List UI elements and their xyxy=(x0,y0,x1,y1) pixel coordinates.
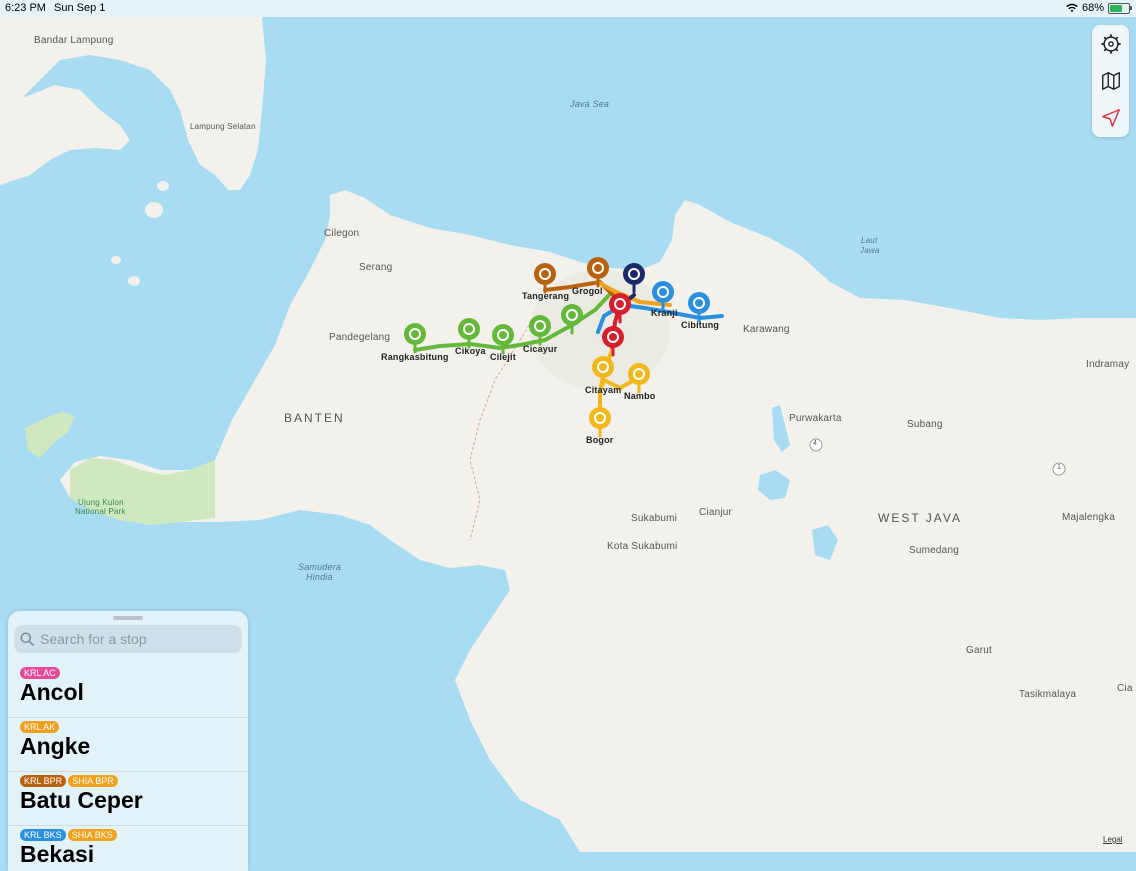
status-right: 68% xyxy=(1066,2,1132,14)
search-bar[interactable] xyxy=(14,625,242,653)
label-ciamis: Cia xyxy=(1117,683,1133,694)
stop-label-cibitung: Cibitung xyxy=(681,320,720,330)
stop-list-sheet: KRL ACAncolKRL AKAngkeKRL BPRSHIA BPRBat… xyxy=(8,611,248,871)
label-karawang: Karawang xyxy=(743,324,790,335)
label-samudera-2: Hindia xyxy=(306,572,333,582)
pin-head xyxy=(458,318,480,340)
label-pandegelang: Pandegelang xyxy=(329,332,391,343)
stop-list-item[interactable]: KRL AK Angke xyxy=(8,717,248,772)
stop-name: Angke xyxy=(20,733,91,759)
sheet-grabber[interactable] xyxy=(113,616,143,620)
label-road-1: 1 xyxy=(1057,464,1062,471)
pin-head xyxy=(492,324,514,346)
line-badge: SHIA BKS xyxy=(67,829,117,841)
label-kota-sukabumi: Kota Sukabumi xyxy=(607,541,678,552)
label-indramayu: Indramay xyxy=(1086,359,1130,370)
stop-label-cilejit: Cilejit xyxy=(490,352,516,362)
island xyxy=(157,181,169,191)
line-badges: KRL BKS SHIA BKS xyxy=(20,829,117,841)
pin-head xyxy=(592,356,614,378)
pin-head xyxy=(404,323,426,345)
label-bandar-lampung: Bandar Lampung xyxy=(34,35,114,46)
label-road-4: 4 xyxy=(813,440,818,447)
stop-label-nambo: Nambo xyxy=(624,391,656,401)
label-ujung-kulon-2: National Park xyxy=(75,507,126,516)
stop-list-item[interactable]: KRL BPR SHIA BPR Batu Ceper xyxy=(8,771,248,826)
line-badge: KRL BKS xyxy=(20,829,66,841)
status-time: 6:23 PM xyxy=(5,2,46,14)
label-banten: BANTEN xyxy=(284,411,345,425)
stop-label-rangkasbitung: Rangkasbitung xyxy=(381,352,449,362)
stop-name: Ancol xyxy=(20,679,84,705)
stop-list-item[interactable]: KRL AC Ancol xyxy=(8,663,248,718)
pin-head xyxy=(534,263,556,285)
label-lampung-selatan: Lampung Selatan xyxy=(190,122,256,131)
wifi-icon xyxy=(1066,3,1078,12)
label-samudera-1: Samudera xyxy=(298,562,342,572)
pin-head xyxy=(589,407,611,429)
stop-label-kranji: Kranji xyxy=(651,308,678,318)
status-bar: 6:23 PM Sun Sep 1 68% xyxy=(0,0,1136,17)
pin-head xyxy=(623,263,645,285)
location-arrow-icon xyxy=(1101,109,1120,127)
stop-label-bogor: Bogor xyxy=(586,435,614,445)
line-badge: KRL BPR xyxy=(20,775,67,787)
stop-name: Batu Ceper xyxy=(20,787,143,813)
island xyxy=(145,202,163,218)
pin-head xyxy=(628,363,650,385)
pin-head xyxy=(587,257,609,279)
line-badges: KRL AK xyxy=(20,721,60,733)
label-sukabumi: Sukabumi xyxy=(631,513,678,524)
pin-head xyxy=(609,293,631,315)
pin-head xyxy=(561,304,583,326)
line-badge: KRL AC xyxy=(20,667,60,679)
island xyxy=(111,256,121,264)
pin-head xyxy=(652,281,674,303)
label-tasikmalaya: Tasikmalaya xyxy=(1019,689,1077,700)
pin-head xyxy=(602,326,624,348)
label-purwakarta: Purwakarta xyxy=(789,413,842,424)
battery-icon xyxy=(1108,2,1132,14)
label-ujung-kulon-1: Ujung Kulon xyxy=(78,498,124,507)
label-java-sea: Java Sea xyxy=(570,99,610,109)
label-serang: Serang xyxy=(359,262,393,273)
line-badges: KRL AC xyxy=(20,667,60,679)
label-cianjur: Cianjur xyxy=(699,507,733,518)
search-input[interactable] xyxy=(38,630,232,648)
line-badge: KRL AK xyxy=(20,721,60,733)
stop-label-cikoya: Cikoya xyxy=(455,346,486,356)
line-badge: SHIA BPR xyxy=(68,775,118,787)
label-subang: Subang xyxy=(907,419,943,430)
label-laut-jawa-1: Laut xyxy=(861,236,878,245)
label-west-java: WEST JAVA xyxy=(878,511,963,525)
search-icon xyxy=(20,632,34,646)
current-location-button[interactable] xyxy=(1092,100,1129,136)
island xyxy=(128,276,140,286)
battery-percent: 68% xyxy=(1081,2,1104,14)
label-garut: Garut xyxy=(966,645,993,656)
label-cilegon: Cilegon xyxy=(324,228,360,239)
stop-label-cicayur: Cicayur xyxy=(523,344,558,354)
line-badges: KRL BPR SHIA BPR xyxy=(20,775,118,787)
legal-link[interactable]: Legal xyxy=(1103,835,1123,844)
stop-label-grogol: Grogol xyxy=(572,286,603,296)
map-mode-button[interactable] xyxy=(1092,63,1129,99)
pin-head xyxy=(688,292,710,314)
stop-label-citayam: Citayam xyxy=(585,385,622,395)
map-icon xyxy=(1101,72,1120,90)
label-sumedang: Sumedang xyxy=(909,545,959,556)
stop-name: Bekasi xyxy=(20,841,95,867)
battery-fill xyxy=(1110,4,1122,12)
label-laut-jawa-2: Jawa xyxy=(860,246,880,255)
stop-label-tangerang: Tangerang xyxy=(522,291,570,301)
map-toolbar xyxy=(1092,25,1129,137)
pin-head xyxy=(529,315,551,337)
label-majalengka: Majalengka xyxy=(1062,512,1116,523)
settings-button[interactable] xyxy=(1092,26,1129,62)
status-date: Sun Sep 1 xyxy=(54,2,106,14)
settings-gear-icon xyxy=(1100,34,1121,54)
stop-list-item[interactable]: KRL BKS SHIA BKS Bekasi xyxy=(8,825,248,871)
